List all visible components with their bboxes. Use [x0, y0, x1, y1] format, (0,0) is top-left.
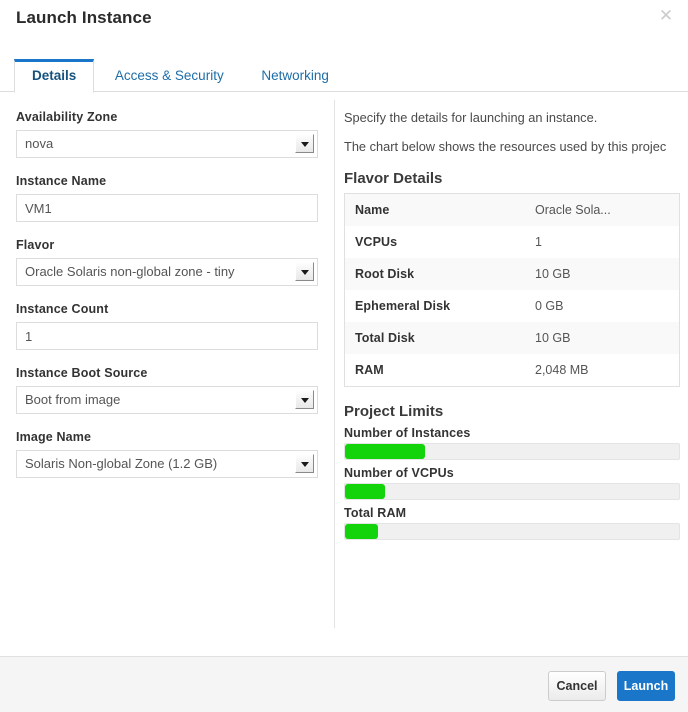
flavor-row-value: 1	[525, 226, 680, 258]
flavor-value: Oracle Solaris non-global zone - tiny	[25, 259, 291, 285]
tab-access-and-security[interactable]: Access & Security	[98, 60, 241, 94]
table-row: Total Disk 10 GB	[345, 322, 680, 354]
close-icon[interactable]: ✕	[656, 6, 676, 26]
table-row: Root Disk 10 GB	[345, 258, 680, 290]
launch-button[interactable]: Launch	[617, 671, 675, 701]
tab-details[interactable]: Details	[14, 59, 94, 93]
field-instance-name: Instance Name	[16, 174, 318, 222]
chevron-down-icon[interactable]	[295, 390, 314, 409]
progress-fill	[345, 484, 385, 499]
availability-zone-label: Availability Zone	[16, 110, 318, 124]
availability-zone-value: nova	[25, 131, 291, 157]
limit-label-total-ram: Total RAM	[344, 506, 688, 520]
column-divider	[334, 100, 335, 628]
instance-count-label: Instance Count	[16, 302, 318, 316]
progress-bar-vcpus	[344, 483, 680, 500]
progress-bar-total-ram	[344, 523, 680, 540]
flavor-row-key: Root Disk	[345, 258, 526, 290]
field-flavor: Flavor Oracle Solaris non-global zone - …	[16, 238, 318, 286]
dialog-footer: Cancel Launch	[0, 656, 688, 712]
details-info-panel: Specify the details for launching an ins…	[344, 92, 688, 540]
dialog-body: Availability Zone nova Instance Name Fla…	[0, 92, 688, 644]
progress-bar-instances	[344, 443, 680, 460]
flavor-details-table: Name Oracle Sola... VCPUs 1 Root Disk 10…	[344, 193, 680, 387]
cancel-button[interactable]: Cancel	[548, 671, 606, 701]
tab-networking[interactable]: Networking	[244, 60, 346, 94]
table-row: Ephemeral Disk 0 GB	[345, 290, 680, 322]
instance-name-input[interactable]	[16, 194, 318, 222]
field-instance-boot-source: Instance Boot Source Boot from image	[16, 366, 318, 414]
chevron-down-icon[interactable]	[295, 134, 314, 153]
table-row: Name Oracle Sola...	[345, 194, 680, 227]
image-name-value: Solaris Non-global Zone (1.2 GB)	[25, 451, 291, 477]
flavor-select[interactable]: Oracle Solaris non-global zone - tiny	[16, 258, 318, 286]
instance-boot-source-label: Instance Boot Source	[16, 366, 318, 380]
flavor-row-value: 0 GB	[525, 290, 680, 322]
flavor-row-key: RAM	[345, 354, 526, 387]
flavor-row-value: 10 GB	[525, 322, 680, 354]
project-limits-bars: Number of Instances Number of VCPUs Tota…	[344, 426, 688, 540]
limit-label-vcpus: Number of VCPUs	[344, 466, 688, 480]
flavor-row-key: Total Disk	[345, 322, 526, 354]
chevron-down-icon[interactable]	[295, 262, 314, 281]
progress-fill	[345, 444, 425, 459]
dialog-header: Launch Instance ✕	[0, 0, 688, 48]
flavor-row-key: Name	[345, 194, 526, 227]
table-row: RAM 2,048 MB	[345, 354, 680, 387]
info-line-2: The chart below shows the resources used…	[344, 139, 688, 154]
project-limits-heading: Project Limits	[344, 403, 688, 420]
image-name-select[interactable]: Solaris Non-global Zone (1.2 GB)	[16, 450, 318, 478]
instance-boot-source-value: Boot from image	[25, 387, 291, 413]
progress-fill	[345, 524, 378, 539]
tab-bar: Details Access & Security Networking	[0, 58, 688, 92]
flavor-label: Flavor	[16, 238, 318, 252]
flavor-row-key: Ephemeral Disk	[345, 290, 526, 322]
table-row: VCPUs 1	[345, 226, 680, 258]
flavor-details-heading: Flavor Details	[344, 170, 688, 187]
flavor-row-value: Oracle Sola...	[525, 194, 680, 227]
field-instance-count: Instance Count	[16, 302, 318, 350]
instance-boot-source-select[interactable]: Boot from image	[16, 386, 318, 414]
image-name-label: Image Name	[16, 430, 318, 444]
field-availability-zone: Availability Zone nova	[16, 110, 318, 158]
instance-name-label: Instance Name	[16, 174, 318, 188]
flavor-row-key: VCPUs	[345, 226, 526, 258]
details-form: Availability Zone nova Instance Name Fla…	[0, 92, 334, 494]
flavor-row-value: 2,048 MB	[525, 354, 680, 387]
field-image-name: Image Name Solaris Non-global Zone (1.2 …	[16, 430, 318, 478]
info-line-1: Specify the details for launching an ins…	[344, 110, 688, 125]
limit-label-instances: Number of Instances	[344, 426, 688, 440]
chevron-down-icon[interactable]	[295, 454, 314, 473]
page-title: Launch Instance	[16, 8, 152, 28]
availability-zone-select[interactable]: nova	[16, 130, 318, 158]
instance-count-input[interactable]	[16, 322, 318, 350]
flavor-row-value: 10 GB	[525, 258, 680, 290]
